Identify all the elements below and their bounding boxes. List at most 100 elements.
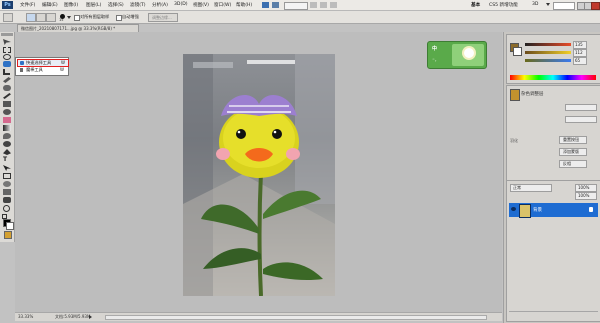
layer-lock-icon	[589, 207, 593, 212]
value-r: 135	[575, 42, 583, 47]
blend-mode-dropdown[interactable]: 正常	[510, 184, 552, 192]
status-menu-icon[interactable]	[89, 315, 92, 319]
workspace-cs5-new[interactable]: CS5 新增功能	[489, 2, 518, 8]
lasso-tool-icon[interactable]	[3, 54, 11, 60]
zoom-level-dropdown[interactable]	[284, 2, 308, 10]
menu-filter[interactable]: 滤镜(T)	[130, 2, 146, 8]
sample-all-layers-label: 对所有图层取样	[80, 14, 110, 19]
brush-size-value: 15	[59, 18, 64, 22]
layer-name[interactable]: 背景	[533, 207, 542, 213]
slider-r[interactable]	[525, 43, 571, 46]
opacity-field[interactable]: 100%	[575, 184, 597, 192]
menu-image[interactable]: 图像(I)	[64, 2, 78, 8]
brush-dropdown-icon[interactable]	[67, 16, 71, 19]
shape-tool-icon[interactable]	[3, 173, 11, 179]
adjustment-thumb[interactable]	[510, 89, 520, 101]
menu-3d[interactable]: 3D(D)	[174, 2, 188, 7]
quick-selection-tool-icon[interactable]	[3, 61, 11, 67]
tool-preset-icon[interactable]	[3, 13, 13, 22]
brush-tool-icon[interactable]	[3, 93, 11, 99]
menu-analysis[interactable]: 分析(A)	[152, 2, 168, 8]
adjustments-panel: 杂色调整层 羽化 重置按钮 添加蒙版 反相	[506, 85, 600, 187]
bridge-icon[interactable]	[262, 2, 269, 8]
slider-b[interactable]	[525, 59, 571, 62]
auto-enhance-label: 自动增强	[122, 14, 139, 19]
eyedropper-tool-icon[interactable]	[3, 77, 11, 83]
gradient-tool-icon[interactable]	[3, 125, 11, 131]
horizontal-scrollbar[interactable]	[105, 315, 487, 320]
screen-mode-icon[interactable]	[330, 2, 337, 8]
color-spectrum-bar[interactable]	[510, 75, 596, 80]
mini-bridge-icon[interactable]	[272, 2, 279, 8]
ime-punct-label[interactable]: ◦,	[432, 57, 437, 63]
clone-stamp-tool-icon[interactable]	[3, 101, 11, 107]
flyout-magic-wand-shortcut: W	[60, 67, 64, 72]
close-button[interactable]	[591, 2, 600, 10]
add-selection-icon[interactable]	[36, 13, 46, 22]
quick-mask-icon[interactable]	[4, 231, 12, 239]
healing-brush-tool-icon[interactable]	[3, 85, 11, 91]
toolbox: T	[0, 32, 15, 242]
menu-layer[interactable]: 图层(L)	[86, 2, 101, 8]
workspace-3d[interactable]: 3D	[532, 2, 538, 7]
adjust-field-1[interactable]	[565, 104, 597, 111]
hand-tool-icon[interactable]	[3, 197, 11, 203]
slider-g[interactable]	[525, 51, 571, 54]
photo-canvas[interactable]	[183, 54, 335, 296]
adjustments-title: 杂色调整层	[521, 92, 544, 97]
add-mask-button[interactable]: 添加蒙版	[559, 148, 587, 156]
menu-edit[interactable]: 编辑(E)	[42, 2, 58, 8]
color-panel-bg-swatch[interactable]	[513, 47, 522, 56]
3d-camera-tool-icon[interactable]	[3, 189, 11, 195]
new-selection-icon[interactable]	[26, 13, 36, 22]
toolbox-grip[interactable]	[1, 33, 13, 36]
flyout-item-quick-selection[interactable]: 快速选择工具 W	[17, 59, 69, 67]
value-r-field[interactable]: 135	[573, 41, 587, 49]
opacity-value: 100%	[578, 185, 590, 190]
menu-help[interactable]: 帮助(H)	[236, 2, 252, 8]
crop-tool-icon[interactable]	[3, 69, 10, 75]
blur-tool-icon[interactable]	[3, 133, 11, 139]
layers-panel: 正常 100% 100% 背景	[506, 180, 600, 322]
visibility-eye-icon[interactable]	[511, 207, 516, 211]
layer-row-background[interactable]: 背景	[509, 203, 598, 218]
workspace-basic[interactable]: 基本	[471, 2, 480, 8]
flyout-item-magic-wand[interactable]: 魔棒工具 W	[17, 67, 67, 73]
ime-lang-label[interactable]: 中	[432, 45, 437, 52]
search-field[interactable]	[553, 2, 575, 10]
options-bar: 15 对所有图层取样 自动增强 调整边缘...	[0, 11, 600, 24]
subtract-selection-icon[interactable]	[46, 13, 56, 22]
eraser-tool-icon[interactable]	[3, 117, 11, 123]
path-selection-tool-icon[interactable]	[3, 165, 11, 171]
zoom-tool-icon[interactable]	[3, 205, 10, 212]
refine-edge-button[interactable]: 调整边缘...	[148, 13, 178, 22]
workspace-chevron-icon[interactable]	[546, 3, 550, 6]
move-tool-icon[interactable]	[3, 39, 11, 45]
menu-view[interactable]: 视图(V)	[193, 2, 209, 8]
ime-widget[interactable]: 中 ◦,	[427, 41, 487, 69]
arrange-icon[interactable]	[320, 2, 327, 8]
document-canvas-area[interactable]: 中 ◦,	[15, 32, 502, 312]
menu-select[interactable]: 选择(S)	[108, 2, 124, 8]
type-tool-icon[interactable]: T	[3, 157, 11, 163]
reset-button[interactable]: 重置按钮	[559, 136, 587, 144]
value-g-field[interactable]: 112	[573, 49, 587, 57]
app-logo[interactable]: Ps	[2, 1, 13, 9]
hand-icon[interactable]	[310, 2, 317, 8]
pen-tool-icon[interactable]	[3, 149, 11, 155]
3d-rotate-tool-icon[interactable]	[3, 181, 11, 187]
menu-file[interactable]: 文件(F)	[20, 2, 35, 8]
marquee-tool-icon[interactable]	[3, 47, 11, 53]
fill-field[interactable]: 100%	[575, 192, 597, 200]
dodge-tool-icon[interactable]	[3, 141, 11, 147]
value-b-field[interactable]: 65	[573, 57, 587, 65]
zoom-readout[interactable]: 33.33%	[18, 314, 33, 319]
invert-button[interactable]: 反相	[559, 160, 587, 168]
background-color-swatch[interactable]	[6, 222, 14, 230]
adjust-field-2[interactable]	[565, 116, 597, 123]
refine-edge-label: 调整边缘...	[152, 15, 172, 20]
layer-thumbnail[interactable]	[519, 204, 531, 218]
fill-value: 100%	[578, 193, 590, 198]
menu-window[interactable]: 窗口(W)	[214, 2, 231, 8]
history-brush-tool-icon[interactable]	[3, 109, 11, 115]
